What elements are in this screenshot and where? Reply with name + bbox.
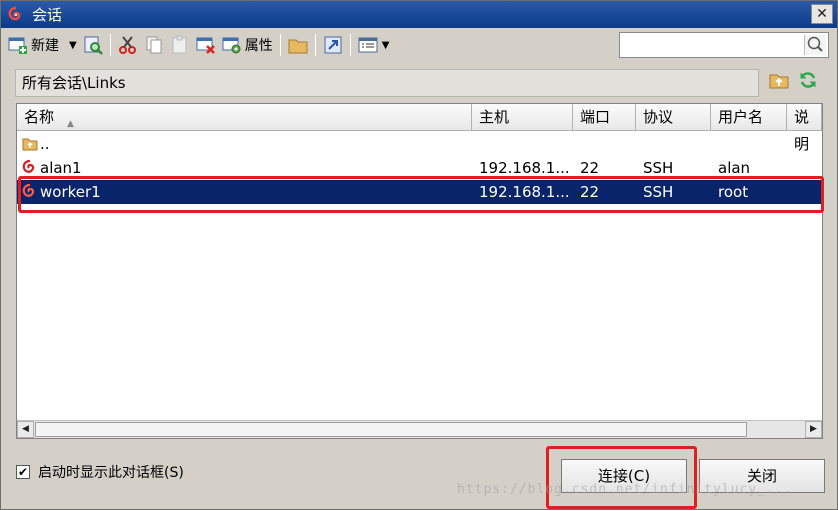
toolbar-separator bbox=[314, 34, 316, 56]
new-folder-button[interactable] bbox=[285, 32, 311, 58]
column-user-label: 用户名 bbox=[718, 108, 764, 126]
session-icon bbox=[22, 159, 38, 175]
refresh-icon bbox=[798, 70, 818, 94]
session-dialog: 会话 ✕ 新建 ▼ 属性 ▼ 所有会话\Links 名称 ▲ 主机 端口 协议 … bbox=[0, 0, 838, 510]
toolbar: 新建 ▼ 属性 ▼ bbox=[5, 31, 835, 59]
view-mode-button[interactable]: ▼ bbox=[355, 32, 393, 58]
column-protocol-label: 协议 bbox=[643, 108, 674, 126]
properties-button[interactable]: 属性 bbox=[219, 32, 276, 58]
copy-icon bbox=[144, 35, 164, 55]
cell-user: alan bbox=[718, 159, 751, 177]
toolbar-separator bbox=[279, 34, 281, 56]
scroll-right-icon[interactable]: ▶ bbox=[805, 421, 822, 438]
row-name: alan1 bbox=[40, 159, 82, 177]
toolbar-separator bbox=[109, 34, 111, 56]
horizontal-scrollbar[interactable]: ◀ ▶ bbox=[17, 420, 822, 438]
session-path-bar[interactable]: 所有会话\Links bbox=[15, 69, 759, 97]
chevron-down-icon: ▼ bbox=[381, 39, 390, 51]
show-on-startup-option[interactable]: ✔ 启动时显示此对话框(S) bbox=[16, 462, 184, 482]
cell-host: 192.168.1... bbox=[479, 159, 570, 177]
copy-button[interactable] bbox=[141, 32, 167, 58]
cell-name: alan1 bbox=[17, 159, 472, 177]
folder-up-icon bbox=[769, 70, 789, 94]
cell-name: .. bbox=[17, 135, 472, 153]
scrollbar-thumb[interactable] bbox=[35, 422, 747, 437]
highlight-box-selected-row bbox=[18, 176, 824, 213]
new-session-button[interactable]: 新建 bbox=[5, 32, 62, 58]
close-window-button[interactable]: ✕ bbox=[811, 4, 833, 24]
column-header-description[interactable]: 说明 bbox=[787, 104, 822, 153]
shortcut-button[interactable] bbox=[320, 32, 346, 58]
search-icon[interactable] bbox=[804, 35, 826, 55]
delete-button[interactable] bbox=[193, 32, 219, 58]
column-header-name[interactable]: 名称 ▲ bbox=[17, 104, 472, 131]
scroll-left-icon[interactable]: ◀ bbox=[17, 421, 34, 438]
row-name: .. bbox=[40, 135, 50, 153]
new-session-label: 新建 bbox=[31, 38, 59, 54]
column-name-label: 名称 bbox=[24, 108, 55, 126]
folder-icon bbox=[288, 35, 308, 55]
new-session-icon bbox=[8, 35, 28, 55]
paste-icon bbox=[170, 35, 190, 55]
title-bar: 会话 ✕ bbox=[1, 1, 837, 28]
column-port-label: 端口 bbox=[580, 108, 611, 126]
window-title: 会话 bbox=[32, 6, 63, 24]
cut-button[interactable] bbox=[115, 32, 141, 58]
new-session-dropdown[interactable]: ▼ bbox=[62, 32, 80, 58]
chevron-down-icon: ▼ bbox=[69, 39, 77, 51]
cell-port: 22 bbox=[580, 159, 600, 177]
open-session-button[interactable] bbox=[80, 32, 106, 58]
show-on-startup-label: 启动时显示此对话框(S) bbox=[38, 465, 184, 481]
table-row[interactable]: .. bbox=[17, 132, 822, 156]
column-header-host[interactable]: 主机 bbox=[472, 104, 573, 131]
session-list[interactable]: 名称 ▲ 主机 端口 协议 用户名 说明 .. alan1 192.168.1.… bbox=[16, 103, 823, 439]
shortcut-icon bbox=[323, 35, 343, 55]
toolbar-separator bbox=[349, 34, 351, 56]
folder-up-icon bbox=[22, 135, 38, 151]
column-header-user[interactable]: 用户名 bbox=[711, 104, 787, 131]
show-on-startup-checkbox[interactable]: ✔ bbox=[16, 465, 30, 479]
delete-icon bbox=[196, 35, 216, 55]
list-view-icon bbox=[358, 35, 378, 55]
find-session-icon bbox=[83, 35, 103, 55]
column-header-port[interactable]: 端口 bbox=[573, 104, 636, 131]
watermark: https://blog.csdn.net/infinitylucy_... bbox=[457, 482, 793, 497]
search-input[interactable] bbox=[619, 32, 829, 58]
gear-icon bbox=[222, 35, 242, 55]
column-header-protocol[interactable]: 协议 bbox=[636, 104, 711, 131]
refresh-button[interactable] bbox=[796, 70, 820, 94]
xshell-logo-icon bbox=[6, 5, 26, 25]
parent-folder-button[interactable] bbox=[767, 70, 791, 94]
cell-protocol: SSH bbox=[643, 159, 674, 177]
column-host-label: 主机 bbox=[479, 108, 510, 126]
properties-label: 属性 bbox=[244, 38, 273, 54]
list-header: 名称 ▲ 主机 端口 协议 用户名 说明 bbox=[17, 104, 822, 153]
scissors-icon bbox=[118, 35, 138, 55]
paste-button[interactable] bbox=[167, 32, 193, 58]
